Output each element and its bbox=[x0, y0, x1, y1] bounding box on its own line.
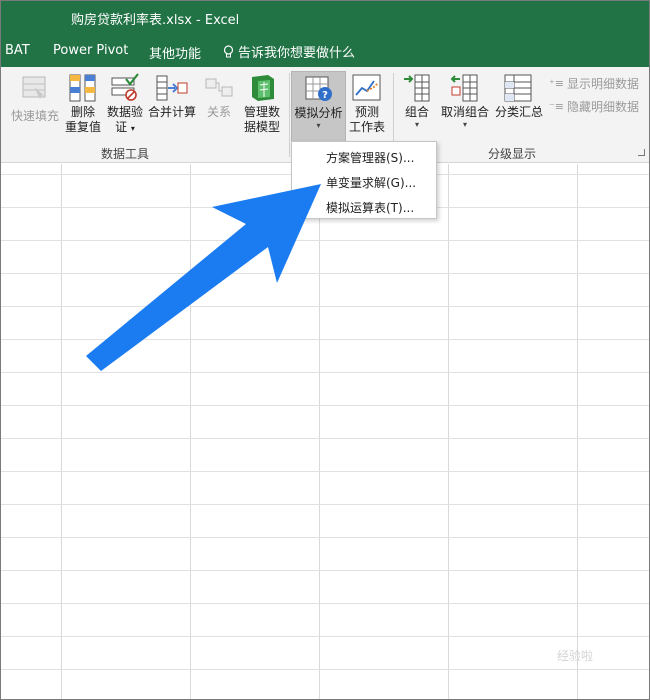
whatif-analysis-button[interactable]: ? 模拟分析 ▾ bbox=[291, 71, 346, 145]
row-divider bbox=[1, 372, 649, 373]
whatif-analysis-label: 模拟分析 bbox=[294, 106, 343, 120]
row-divider bbox=[1, 471, 649, 472]
remove-duplicates-icon bbox=[69, 74, 96, 102]
group-label-data-tools: 数据工具 bbox=[101, 147, 150, 161]
ribbon-group-divider bbox=[289, 73, 290, 157]
ungroup-button[interactable]: 取消组合 ▾ bbox=[437, 73, 493, 130]
row-divider bbox=[1, 570, 649, 571]
relationships-icon bbox=[205, 78, 233, 97]
column-divider bbox=[319, 164, 320, 699]
excel-window: 购房贷款利率表.xlsx - Excel BAT Power Pivot 其他功… bbox=[0, 0, 650, 700]
flash-fill-label: 快速填充 bbox=[10, 109, 59, 123]
remove-duplicates-label-2: 重复值 bbox=[64, 120, 101, 134]
lightbulb-icon bbox=[223, 44, 234, 57]
row-divider bbox=[1, 405, 649, 406]
row-divider bbox=[1, 537, 649, 538]
watermark-text: 经验啦 bbox=[557, 649, 594, 663]
chevron-down-icon: ▾ bbox=[462, 120, 467, 129]
data-validation-label-2: 证 ▾ bbox=[105, 120, 145, 136]
window-title: 购房贷款利率表.xlsx - Excel bbox=[71, 13, 240, 28]
row-divider bbox=[1, 438, 649, 439]
group-label-outline: 分级显示 bbox=[488, 147, 537, 161]
title-bar: 购房贷款利率表.xlsx - Excel bbox=[1, 1, 649, 35]
tell-me-search[interactable]: 告诉我你想要做什么 bbox=[223, 42, 355, 61]
forecast-label-2: 工作表 bbox=[348, 120, 385, 134]
consolidate-label: 合并计算 bbox=[147, 105, 196, 119]
ungroup-icon bbox=[450, 74, 478, 102]
row-divider bbox=[1, 273, 649, 274]
show-detail-label: 显示明细数据 bbox=[567, 77, 640, 91]
group-icon bbox=[404, 74, 430, 102]
ribbon-tabs: BAT Power Pivot 其他功能 告诉我你想要做什么 bbox=[1, 35, 649, 67]
relationships-label: 关系 bbox=[206, 105, 231, 119]
relationships-button[interactable]: 关系 bbox=[201, 73, 237, 120]
row-divider bbox=[1, 306, 649, 307]
chevron-down-icon: ▾ bbox=[130, 124, 135, 133]
data-validation-label-1: 数据验 bbox=[106, 105, 143, 119]
manage-data-model-label-2: 据模型 bbox=[243, 120, 280, 134]
column-divider bbox=[190, 164, 191, 699]
hide-detail-icon: ⁻≡ bbox=[549, 100, 565, 113]
row-divider bbox=[1, 240, 649, 241]
menu-item-goal-seek[interactable]: 单变量求解(G)... bbox=[326, 174, 416, 191]
menu-item-data-table[interactable]: 模拟运算表(T)... bbox=[326, 199, 414, 216]
hide-detail-button[interactable]: ⁻≡ 隐藏明细数据 bbox=[549, 98, 639, 115]
menu-item-scenario-manager[interactable]: 方案管理器(S)... bbox=[326, 149, 414, 166]
tab-bat[interactable]: BAT bbox=[5, 43, 30, 58]
svg-text:?: ? bbox=[322, 90, 328, 101]
row-divider bbox=[1, 669, 649, 670]
subtotal-button[interactable]: 分类汇总 bbox=[493, 73, 545, 120]
data-model-icon bbox=[252, 75, 274, 101]
manage-data-model-button[interactable]: 管理数 据模型 bbox=[241, 73, 283, 135]
column-divider bbox=[61, 164, 62, 699]
data-validation-button[interactable]: 数据验 证 ▾ bbox=[105, 73, 145, 136]
remove-duplicates-label-1: 删除 bbox=[70, 105, 95, 119]
forecast-chart-icon bbox=[352, 74, 381, 101]
forecast-sheet-button[interactable]: 预测 工作表 bbox=[348, 73, 386, 135]
whatif-dropdown-menu: 方案管理器(S)... 单变量求解(G)... 模拟运算表(T)... bbox=[291, 141, 437, 219]
show-detail-icon: ⁺≡ bbox=[549, 77, 565, 90]
column-divider bbox=[577, 164, 578, 699]
worksheet-grid[interactable] bbox=[1, 164, 649, 699]
dialog-launcher-icon[interactable] bbox=[638, 149, 645, 156]
tab-other-functions[interactable]: 其他功能 bbox=[149, 43, 201, 62]
hide-detail-label: 隐藏明细数据 bbox=[567, 100, 640, 114]
ungroup-label: 取消组合 bbox=[440, 105, 489, 119]
column-divider bbox=[448, 164, 449, 699]
group-button[interactable]: 组合 ▾ bbox=[399, 73, 435, 130]
chevron-down-icon: ▾ bbox=[316, 121, 321, 130]
flash-fill-button[interactable]: 快速填充 bbox=[9, 73, 61, 124]
group-label: 组合 bbox=[404, 105, 429, 119]
data-validation-icon bbox=[111, 73, 139, 101]
row-divider bbox=[1, 603, 649, 604]
row-divider bbox=[1, 636, 649, 637]
whatif-analysis-icon: ? bbox=[305, 76, 332, 101]
show-detail-button[interactable]: ⁺≡ 显示明细数据 bbox=[549, 75, 639, 92]
remove-duplicates-button[interactable]: 删除 重复值 bbox=[63, 73, 103, 135]
tab-power-pivot[interactable]: Power Pivot bbox=[53, 43, 128, 58]
forecast-label-1: 预测 bbox=[354, 105, 379, 119]
consolidate-icon bbox=[156, 75, 188, 101]
row-divider bbox=[1, 339, 649, 340]
data-validation-label-2-text: 证 bbox=[115, 120, 128, 134]
row-divider bbox=[1, 504, 649, 505]
consolidate-button[interactable]: 合并计算 bbox=[147, 73, 197, 120]
flash-fill-icon bbox=[22, 76, 46, 99]
manage-data-model-label-1: 管理数 bbox=[243, 105, 280, 119]
tell-me-label: 告诉我你想要做什么 bbox=[238, 46, 356, 61]
chevron-down-icon: ▾ bbox=[414, 120, 419, 129]
subtotal-label: 分类汇总 bbox=[494, 105, 543, 119]
subtotal-icon bbox=[504, 74, 532, 102]
